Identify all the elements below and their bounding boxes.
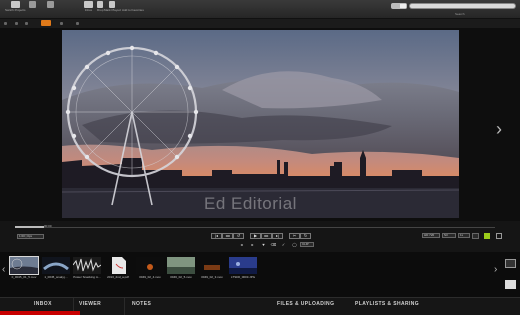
approve-button[interactable]: ✓: [278, 242, 289, 248]
trim-button[interactable]: ✂: [289, 233, 300, 239]
thumbnail-image: [9, 256, 39, 275]
top-toolbar: Switch Projects Inbox Drop Mark Played A…: [0, 0, 520, 19]
speed-select[interactable]: 1x: [458, 233, 470, 238]
thumbnail-image: [198, 257, 226, 274]
thumbnail-image: [42, 257, 70, 274]
star-icon: [130, 1, 135, 8]
timeline-track[interactable]: [15, 227, 495, 228]
tab-separator: [124, 298, 125, 315]
video-frame[interactable]: Ed Editorial: [62, 30, 459, 218]
filmstrip-item[interactable]: Power Snacking m...: [73, 257, 101, 279]
add-to-favorites-button[interactable]: Add to Favorites: [122, 1, 144, 12]
thumbnail-image: [229, 257, 257, 274]
sub-toolbar: [0, 19, 520, 28]
back-icon[interactable]: [4, 22, 7, 25]
toolbar-list-button[interactable]: [47, 1, 54, 8]
frame-rate-chip[interactable]: 1:00 | 0px: [17, 234, 44, 239]
list-view-icon[interactable]: [505, 280, 516, 289]
tab-viewer[interactable]: VIEWER: [79, 301, 101, 307]
thumbnail-image: [136, 257, 164, 274]
info-icon: [29, 1, 36, 8]
transport-controls: 1:00 | 0px |◂ ◂◂ ↺ ▶ ▸▸ ▸| ✂ ↻ ◂ ▸ ♥ ⌫ ✓…: [0, 232, 520, 252]
active-filter-button[interactable]: [41, 20, 51, 26]
tab-files-uploading[interactable]: FILES & UPLOADING: [277, 301, 334, 307]
filmstrip-item[interactable]: 2013_2nd_a.pdf: [104, 257, 132, 279]
expand-icon[interactable]: [496, 233, 502, 239]
menu-icon[interactable]: [25, 22, 28, 25]
mark-played-button[interactable]: Mark Played: [104, 1, 121, 12]
play-button[interactable]: ▶: [250, 233, 261, 239]
filmstrip-item[interactable]: 0046_02_5.mov: [167, 257, 195, 279]
audio-select[interactable]: S3: [442, 233, 456, 238]
quality-select[interactable]: HD 720: [422, 233, 440, 238]
redo-button[interactable]: ↻: [300, 233, 311, 239]
go-to-end-button[interactable]: ▸|: [272, 233, 283, 239]
go-to-start-button[interactable]: |◂: [211, 233, 222, 239]
clip-button[interactable]: CLIP: [300, 242, 314, 247]
play-flag-icon: [109, 1, 116, 8]
rewind-button[interactable]: ◂◂: [222, 233, 233, 239]
grid-view-icon[interactable]: [505, 259, 516, 268]
search-input[interactable]: [409, 3, 516, 9]
fullscreen-icon[interactable]: [484, 233, 490, 239]
grid-icon: [10, 1, 20, 8]
list-icon: [47, 1, 54, 8]
next-frame-button[interactable]: ▸: [247, 242, 258, 248]
filmstrip-next-arrow[interactable]: ›: [494, 265, 497, 275]
thumbnail-image: [73, 257, 101, 274]
toolbar-tool-button[interactable]: [29, 1, 36, 8]
fast-forward-button[interactable]: ▸▸: [261, 233, 272, 239]
loop-button[interactable]: ↺: [233, 233, 244, 239]
filmstrip-item[interactable]: 0049_02_3.mov: [198, 257, 226, 279]
london-skyline-image: [62, 30, 459, 218]
watermark-text: Ed Editorial: [204, 194, 297, 213]
tab-playlists-sharing[interactable]: PLAYLISTS & SHARING: [355, 301, 419, 307]
filmstrip-prev-arrow[interactable]: ‹: [2, 265, 5, 275]
volume-icon[interactable]: [472, 233, 479, 239]
tab-notes[interactable]: NOTES: [132, 301, 151, 307]
view-toggle[interactable]: [391, 3, 407, 9]
mail-icon: [84, 1, 93, 8]
record-button[interactable]: ◯: [289, 242, 300, 248]
next-item-arrow[interactable]: ›: [496, 120, 502, 138]
current-time: 00:00: [44, 224, 52, 228]
inbox-icon: [97, 1, 104, 8]
drop-toolbar-button[interactable]: Drop: [97, 1, 104, 12]
filter-icon[interactable]: [60, 22, 63, 25]
filmstrip-item[interactable]: 0_0045_01_5.mov: [9, 256, 39, 279]
timeline-progress: [15, 226, 44, 228]
filmstrip-item[interactable]: LTSD0_0003.JPG: [229, 257, 257, 279]
pdf-icon: [104, 257, 132, 274]
forward-icon[interactable]: [15, 22, 18, 25]
filmstrip-item[interactable]: 0049_02_4.mov: [136, 257, 164, 279]
media-viewer: Ed Editorial ›: [0, 28, 520, 221]
filmstrip: ‹ 0_0045_01_5.mov 1_0045_snaky.j... Powe…: [0, 252, 520, 297]
sort-icon[interactable]: [76, 22, 79, 25]
inbox-toolbar-button[interactable]: Inbox: [84, 1, 93, 12]
prev-frame-button[interactable]: ◂: [236, 242, 247, 248]
search-label: Search: [455, 12, 465, 16]
switch-projects-button[interactable]: Switch Projects: [5, 1, 26, 12]
tab-inbox[interactable]: INBOX: [34, 301, 52, 307]
thumbnail-image: [167, 257, 195, 274]
filmstrip-item[interactable]: 1_0045_snaky.j...: [42, 257, 70, 279]
active-tab-indicator: [0, 311, 80, 315]
